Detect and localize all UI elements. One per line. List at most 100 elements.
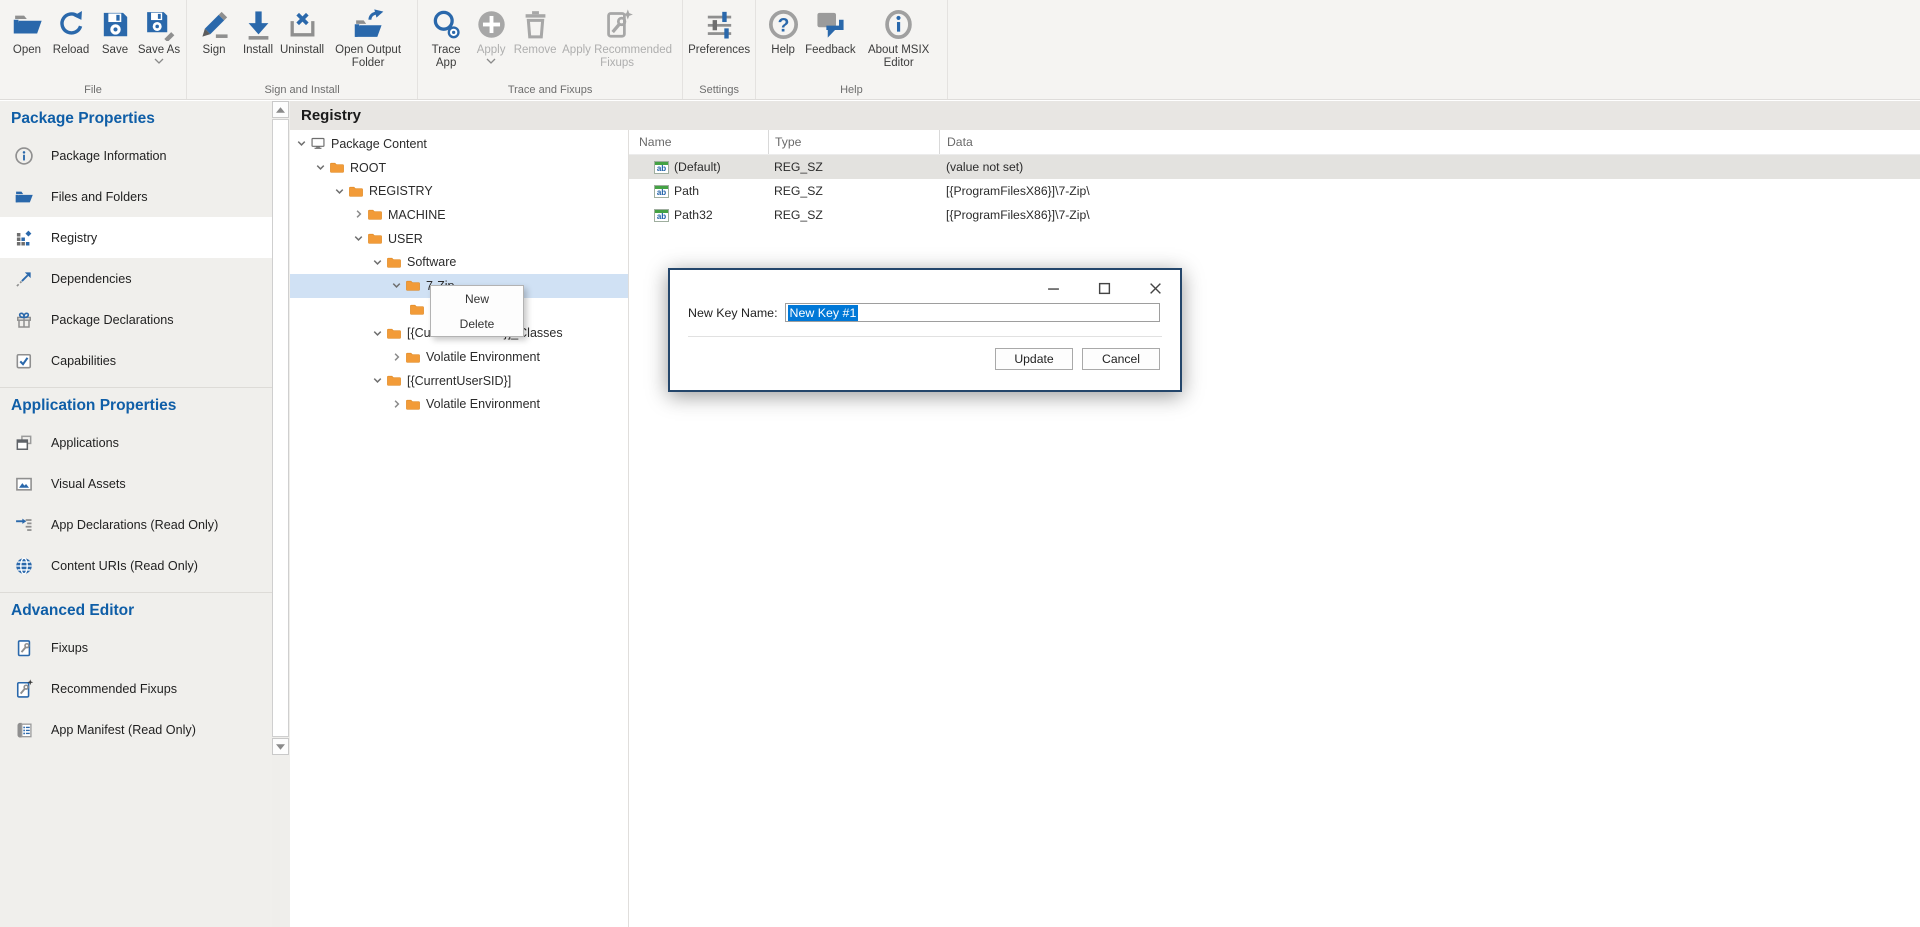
- dropdown-chevron-icon[interactable]: [154, 58, 164, 64]
- chevron-down-icon[interactable]: [351, 231, 366, 246]
- sidebar: Package PropertiesPackage InformationFil…: [0, 101, 272, 927]
- tree-row[interactable]: [{CurrentUserSID}]: [290, 369, 628, 393]
- tree-row[interactable]: MACHINE: [290, 203, 628, 227]
- sidebar-item-label: Fixups: [51, 641, 88, 655]
- close-button[interactable]: [1149, 282, 1162, 295]
- sidebar-item-package-declarations[interactable]: Package Declarations: [0, 299, 272, 340]
- ribbon-button-label: Save: [102, 44, 128, 57]
- folder-orange-icon: [386, 255, 402, 270]
- sidebar-item-visual-assets[interactable]: Visual Assets: [0, 463, 272, 504]
- preferences-button[interactable]: Preferences: [688, 0, 750, 57]
- tree-row[interactable]: Volatile Environment: [290, 393, 628, 417]
- remove-button[interactable]: Remove: [513, 0, 557, 57]
- ribbon-button-label: Open: [13, 44, 41, 57]
- ribbon-button-label: Reload: [53, 44, 89, 57]
- chevron-down-icon[interactable]: [370, 373, 385, 388]
- dropdown-chevron-icon[interactable]: [486, 58, 496, 64]
- chevron-right-icon[interactable]: [351, 207, 366, 222]
- trace-app-button[interactable]: Trace App: [423, 0, 469, 70]
- sidebar-item-content-uris[interactable]: Content URIs (Read Only): [0, 545, 272, 586]
- registry-icon: [14, 228, 34, 248]
- sidebar-item-label: Package Information: [51, 149, 167, 163]
- minimize-button[interactable]: [1047, 282, 1060, 295]
- chevron-right-icon[interactable]: [389, 350, 404, 365]
- new-key-name-input[interactable]: New Key #1: [785, 303, 1160, 322]
- about-msix-editor-button[interactable]: About MSIX Editor: [856, 0, 942, 70]
- sidebar-item-recommended-fixups[interactable]: Recommended Fixups: [0, 668, 272, 709]
- ribbon-button-label: Preferences: [688, 44, 750, 57]
- scroll-down-button[interactable]: [272, 738, 289, 755]
- tree-row[interactable]: USER: [290, 227, 628, 251]
- chevron-down-icon[interactable]: [332, 184, 347, 199]
- chevron-down-icon[interactable]: [294, 136, 309, 151]
- context-menu-item-new[interactable]: New: [431, 286, 523, 311]
- fixups-star-grey-icon: [601, 8, 634, 41]
- chevron-down-icon[interactable]: [370, 326, 385, 341]
- install-button[interactable]: Install: [236, 0, 280, 57]
- sidebar-item-package-information[interactable]: Package Information: [0, 135, 272, 176]
- save-as-button[interactable]: Save As: [137, 0, 181, 64]
- open-button[interactable]: Open: [5, 0, 49, 57]
- scroll-up-button[interactable]: [272, 101, 289, 118]
- apply-icon: [475, 8, 508, 41]
- chevron-down-icon[interactable]: [370, 255, 385, 270]
- tree-row[interactable]: Volatile Environment: [290, 345, 628, 369]
- maximize-button[interactable]: [1098, 282, 1111, 295]
- sidebar-item-applications[interactable]: Applications: [0, 422, 272, 463]
- ribbon-group-label: Settings: [688, 84, 750, 99]
- column-header-name[interactable]: Name: [629, 130, 768, 154]
- cell-type: REG_SZ: [768, 208, 939, 222]
- context-menu-item-delete[interactable]: Delete: [431, 311, 523, 336]
- tree-row[interactable]: ROOT: [290, 156, 628, 180]
- chevron-down-icon[interactable]: [389, 278, 404, 293]
- tree-row[interactable]: Package Content: [290, 132, 628, 156]
- install-icon: [242, 8, 275, 41]
- table-row[interactable]: abPathREG_SZ[{ProgramFilesX86}]\7-Zip\: [629, 179, 1920, 203]
- column-header-type[interactable]: Type: [768, 130, 939, 154]
- main-content: Package ContentROOTREGISTRYMACHINEUSERSo…: [290, 130, 1920, 927]
- dependencies-icon: [14, 269, 34, 289]
- sidebar-item-registry[interactable]: Registry: [0, 217, 272, 258]
- sidebar-item-app-declarations[interactable]: App Declarations (Read Only): [0, 504, 272, 545]
- selected-text: New Key #1: [788, 305, 859, 321]
- apply-recommended-fixups-button[interactable]: Apply Recommended Fixups: [557, 0, 677, 70]
- sidebar-item-fixups[interactable]: Fixups: [0, 627, 272, 668]
- table-row[interactable]: ab(Default)REG_SZ(value not set): [629, 155, 1920, 179]
- sidebar-item-files-and-folders[interactable]: Files and Folders: [0, 176, 272, 217]
- ribbon-button-label: Apply: [477, 44, 506, 57]
- ribbon-group: ?HelpFeedbackAbout MSIX EditorHelp: [756, 0, 948, 99]
- scrollbar-thumb[interactable]: [272, 119, 289, 737]
- open-output-folder-button[interactable]: Open Output Folder: [324, 0, 412, 70]
- sign-button[interactable]: Sign: [192, 0, 236, 57]
- sidebar-item-app-manifest[interactable]: App Manifest (Read Only): [0, 709, 272, 750]
- sidebar-item-label: Registry: [51, 231, 97, 245]
- cancel-button[interactable]: Cancel: [1082, 348, 1160, 370]
- ribbon-button-label: Save As: [138, 44, 180, 57]
- main-area: Registry Package ContentROOTREGISTRYMACH…: [290, 101, 1920, 927]
- update-button[interactable]: Update: [995, 348, 1073, 370]
- column-header-data[interactable]: Data: [939, 130, 1920, 154]
- table-row[interactable]: abPath32REG_SZ[{ProgramFilesX86}]\7-Zip\: [629, 203, 1920, 227]
- uninstall-button[interactable]: Uninstall: [280, 0, 324, 57]
- doc-wrench-star-blue-icon: [14, 679, 34, 699]
- sidebar-item-dependencies[interactable]: Dependencies: [0, 258, 272, 299]
- help-button[interactable]: ?Help: [761, 0, 805, 57]
- open-output-icon: [352, 8, 385, 41]
- reload-button[interactable]: Reload: [49, 0, 93, 57]
- save-button[interactable]: Save: [93, 0, 137, 57]
- chevron-down-icon[interactable]: [313, 160, 328, 175]
- ribbon-button-label: Uninstall: [280, 44, 324, 57]
- string-value-icon: ab: [654, 161, 669, 174]
- tree-node-label: Volatile Environment: [426, 350, 540, 364]
- folder-orange-icon: [386, 326, 402, 341]
- tree-row[interactable]: REGISTRY: [290, 179, 628, 203]
- chevron-right-icon[interactable]: [389, 397, 404, 412]
- ribbon-group: SignInstallUninstallOpen Output Folder Si…: [187, 0, 418, 99]
- apply-button[interactable]: Apply: [469, 0, 513, 64]
- feedback-button[interactable]: Feedback: [805, 0, 856, 57]
- cell-data: [{ProgramFilesX86}]\7-Zip\: [939, 208, 1920, 222]
- ribbon-group-label: Sign and Install: [192, 84, 412, 99]
- sidebar-item-capabilities[interactable]: Capabilities: [0, 340, 272, 381]
- tree-row[interactable]: Software: [290, 250, 628, 274]
- remove-icon: [519, 8, 552, 41]
